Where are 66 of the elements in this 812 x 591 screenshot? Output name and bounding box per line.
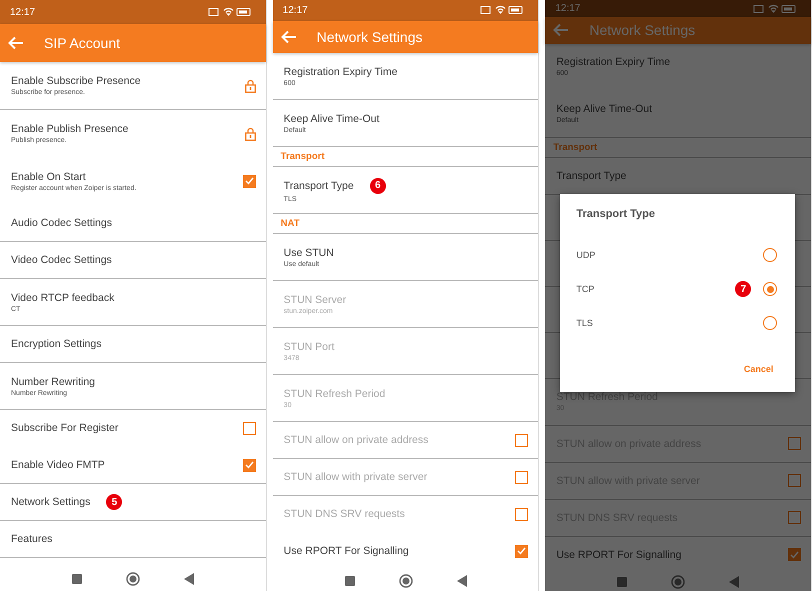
setting-label[interactable]: Encryption Settings bbox=[11, 338, 102, 350]
back-arrow-icon[interactable] bbox=[280, 30, 297, 44]
settings-row[interactable]: Video Codec Settings bbox=[0, 242, 266, 279]
setting-label[interactable]: Number Rewriting bbox=[11, 376, 96, 388]
status-time: 12:17 bbox=[10, 6, 36, 18]
square-nav-icon[interactable] bbox=[617, 577, 628, 588]
status-icons bbox=[480, 5, 524, 16]
checkbox[interactable] bbox=[242, 458, 256, 472]
radio-button[interactable] bbox=[763, 248, 778, 262]
settings-row[interactable]: Encryption Settings bbox=[0, 326, 266, 363]
settings-row[interactable]: Network Settings 5 bbox=[0, 484, 266, 521]
setting-label[interactable]: Network Settings bbox=[11, 496, 90, 508]
back-arrow-icon[interactable] bbox=[8, 36, 24, 50]
setting-label[interactable]: Registration Expiry Time bbox=[284, 66, 398, 78]
checkbox[interactable] bbox=[788, 548, 802, 562]
status-icons bbox=[753, 4, 798, 14]
status-icons bbox=[208, 7, 252, 17]
settings-row[interactable]: Subscribe For Register bbox=[0, 410, 266, 447]
step-badge: 5 bbox=[106, 494, 122, 510]
screen-title: Network Settings bbox=[589, 22, 696, 38]
home-nav-icon[interactable] bbox=[671, 575, 686, 590]
square-nav-icon[interactable] bbox=[344, 576, 354, 586]
setting-label[interactable]: Transport Type bbox=[284, 180, 354, 192]
back-nav-icon[interactable] bbox=[729, 576, 740, 588]
checkbox[interactable] bbox=[515, 544, 528, 558]
setting-label[interactable]: Subscribe For Register bbox=[11, 422, 118, 434]
setting-label[interactable]: Keep Alive Time-Out bbox=[284, 112, 380, 125]
section-header: Transport bbox=[280, 151, 324, 162]
setting-label[interactable]: Enable Publish Presence bbox=[11, 123, 128, 135]
lock-icon bbox=[244, 78, 256, 92]
dialog-title: Transport Type bbox=[576, 208, 656, 220]
status-time: 12:17 bbox=[282, 4, 308, 16]
setting-label[interactable]: Enable On Start bbox=[11, 170, 86, 182]
back-arrow-icon[interactable] bbox=[553, 23, 570, 38]
setting-label[interactable]: Use STUN bbox=[284, 246, 334, 259]
option-label[interactable]: TLS bbox=[576, 318, 752, 328]
setting-label[interactable]: Enable Subscribe Presence bbox=[11, 75, 141, 87]
step-badge: 7 bbox=[735, 281, 752, 297]
setting-label[interactable]: Use RPORT For Signalling bbox=[284, 545, 409, 558]
setting-label[interactable]: Video RTCP feedback bbox=[11, 292, 114, 304]
radio-button[interactable] bbox=[763, 316, 778, 330]
option-label[interactable]: UDP bbox=[576, 250, 752, 260]
square-nav-icon[interactable] bbox=[72, 574, 82, 584]
step-badge: 6 bbox=[370, 178, 386, 194]
section-header: NAT bbox=[280, 218, 300, 230]
setting-label[interactable]: Features bbox=[11, 533, 52, 545]
checkbox[interactable] bbox=[242, 174, 256, 188]
settings-row[interactable]: Features bbox=[0, 521, 266, 558]
settings-row[interactable]: Use RPORT For Signalling bbox=[272, 533, 538, 570]
back-nav-icon[interactable] bbox=[184, 573, 194, 585]
setting-label[interactable]: Audio Codec Settings bbox=[11, 217, 112, 229]
lock-icon bbox=[244, 126, 256, 140]
radio-button[interactable] bbox=[763, 282, 778, 296]
settings-row[interactable]: Enable Video FMTP bbox=[0, 447, 266, 484]
status-time: 12:17 bbox=[555, 3, 580, 14]
screen-title: Network Settings bbox=[316, 29, 422, 45]
section-header: Transport bbox=[553, 142, 598, 153]
home-nav-icon[interactable] bbox=[398, 574, 412, 588]
home-nav-icon[interactable] bbox=[126, 572, 140, 586]
setting-label[interactable]: Enable Video FMTP bbox=[11, 459, 105, 471]
option-label[interactable]: TCP bbox=[576, 284, 736, 294]
screen-title: SIP Account bbox=[44, 35, 120, 51]
back-nav-icon[interactable] bbox=[456, 574, 466, 587]
settings-row[interactable]: Audio Codec Settings bbox=[0, 205, 266, 242]
setting-label[interactable]: Video Codec Settings bbox=[11, 254, 112, 266]
checkbox[interactable] bbox=[242, 422, 256, 434]
